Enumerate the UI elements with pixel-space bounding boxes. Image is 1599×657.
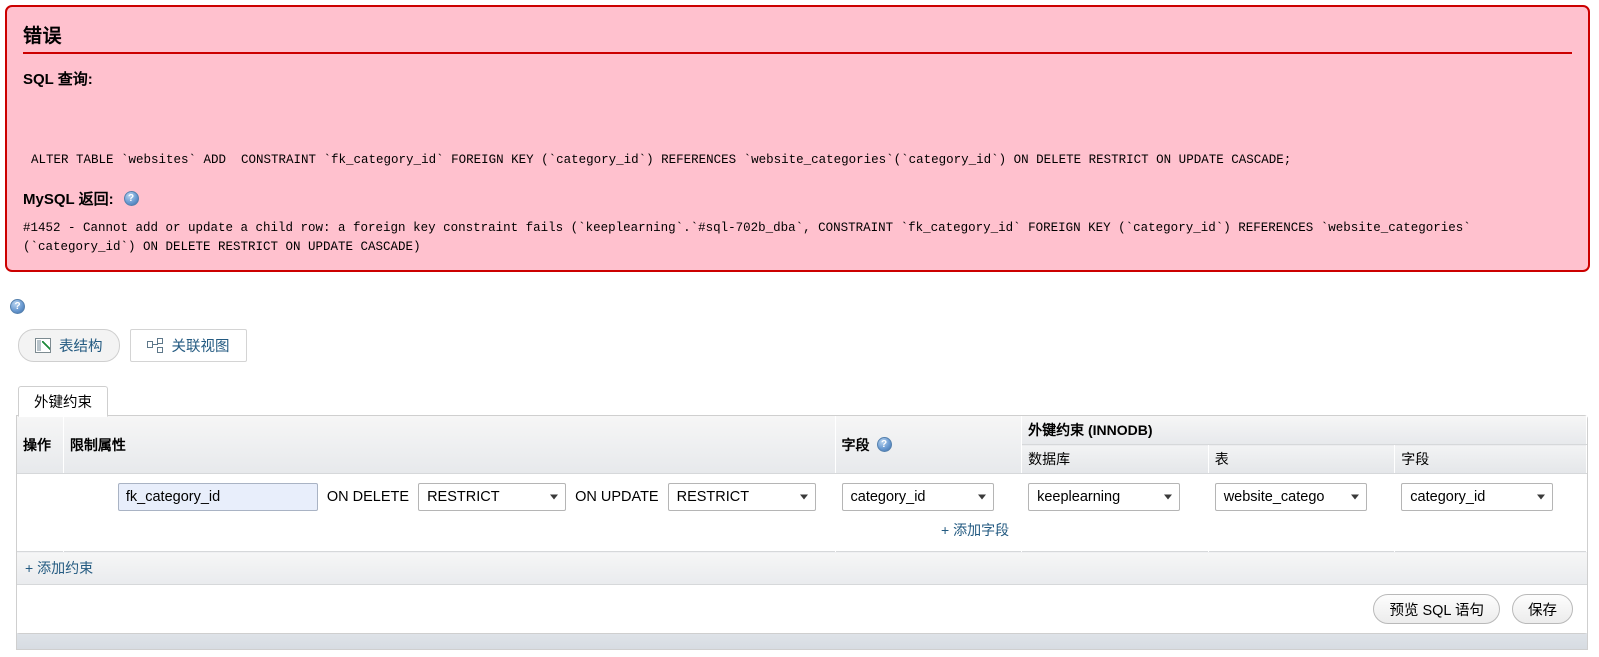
header-target-field: 字段 xyxy=(1394,444,1587,474)
cell-database: keeplearning xyxy=(1021,473,1209,552)
cell-table: website_catego xyxy=(1208,473,1396,552)
on-delete-select[interactable]: RESTRICT xyxy=(418,483,567,511)
source-field-value: category_id xyxy=(850,489,926,505)
tab-table-structure-label: 表结构 xyxy=(59,339,103,355)
header-constraint-properties: 限制属性 xyxy=(63,416,836,474)
chevron-down-icon xyxy=(1164,494,1173,500)
sql-query-label: SQL 查询: xyxy=(23,68,1572,89)
relation-view-icon xyxy=(146,338,164,353)
target-field-value: category_id xyxy=(1410,489,1486,505)
add-field-link[interactable]: + 添加字段 xyxy=(941,522,1009,538)
cell-field: category_id + 添加字段 xyxy=(835,473,1023,552)
foreign-key-panel: 操作 限制属性 字段 ? 外键约束 (INNODB) 数据库 表 字段 fk_c… xyxy=(16,415,1588,634)
error-title: 错误 xyxy=(23,26,63,47)
on-delete-value: RESTRICT xyxy=(427,489,500,505)
add-constraint-row: + 添加约束 xyxy=(17,551,1587,584)
cell-operation xyxy=(17,473,64,552)
table-select[interactable]: website_catego xyxy=(1214,483,1367,511)
table-row: ON DELETE RESTRICT ON UPDATE RESTRICT xyxy=(17,473,1587,552)
on-update-value: RESTRICT xyxy=(676,489,750,505)
panel-tab-label: 外键约束 xyxy=(34,395,92,411)
sql-query-text: ALTER TABLE `websites` ADD CONSTRAINT `f… xyxy=(31,153,1292,167)
tab-relation-view[interactable]: 关联视图 xyxy=(129,329,247,362)
header-field-label: 字段 xyxy=(841,436,870,453)
mysql-return-label-text: MySQL 返回: xyxy=(23,190,114,208)
table-value: website_catego xyxy=(1223,489,1325,505)
source-field-select[interactable]: category_id xyxy=(841,483,994,511)
header-database: 数据库 xyxy=(1021,444,1209,474)
panel-tab-foreign-key[interactable]: 外键约束 xyxy=(18,386,108,417)
header-foreign-key-group: 外键约束 (INNODB) xyxy=(1021,416,1587,445)
chevron-down-icon xyxy=(799,494,808,500)
chevron-down-icon xyxy=(1537,494,1546,500)
error-panel: 错误 SQL 查询: ALTER TABLE `websites` ADD CO… xyxy=(5,5,1590,272)
on-delete-label: ON DELETE xyxy=(326,489,410,505)
help-icon[interactable]: ? xyxy=(10,299,25,314)
chevron-down-icon xyxy=(977,494,986,500)
table-header-row: 操作 限制属性 字段 ? 外键约束 (INNODB) xyxy=(17,416,1587,474)
mysql-error-message: #1452 - Cannot add or update a child row… xyxy=(23,220,1471,255)
add-constraint-link[interactable]: + 添加约束 xyxy=(25,560,93,576)
error-title-rule xyxy=(23,52,1572,54)
on-update-label: ON UPDATE xyxy=(575,489,659,505)
constraint-name-input[interactable] xyxy=(117,483,318,511)
tab-relation-view-label: 关联视图 xyxy=(171,339,230,355)
panel-footer: 预览 SQL 语句 保存 xyxy=(17,584,1587,633)
view-tabs: 表结构 关联视图 xyxy=(18,329,247,362)
cell-target-field: category_id xyxy=(1394,473,1587,552)
target-field-select[interactable]: category_id xyxy=(1401,483,1554,511)
preview-sql-button[interactable]: 预览 SQL 语句 xyxy=(1373,594,1500,624)
sql-query-label-text: SQL 查询: xyxy=(23,71,93,88)
chevron-down-icon xyxy=(550,494,559,500)
on-update-select[interactable]: RESTRICT xyxy=(667,483,816,511)
cell-add-constraint: + 添加约束 xyxy=(17,551,1587,584)
save-button[interactable]: 保存 xyxy=(1512,594,1573,624)
header-table: 表 xyxy=(1208,444,1396,474)
help-icon[interactable]: ? xyxy=(123,190,139,206)
table-structure-icon xyxy=(35,338,51,353)
database-select[interactable]: keeplearning xyxy=(1028,483,1181,511)
header-operation: 操作 xyxy=(17,416,64,474)
header-field: 字段 ? xyxy=(835,416,1023,474)
cell-constraint-properties: ON DELETE RESTRICT ON UPDATE RESTRICT xyxy=(63,473,836,552)
foreign-key-table: 操作 限制属性 字段 ? 外键约束 (INNODB) 数据库 表 字段 fk_c… xyxy=(17,416,1587,584)
help-icon[interactable]: ? xyxy=(876,437,892,452)
tab-table-structure[interactable]: 表结构 xyxy=(18,329,120,362)
mysql-return-label: MySQL 返回: ? xyxy=(23,188,1572,209)
chevron-down-icon xyxy=(1350,494,1359,500)
database-value: keeplearning xyxy=(1037,489,1121,505)
